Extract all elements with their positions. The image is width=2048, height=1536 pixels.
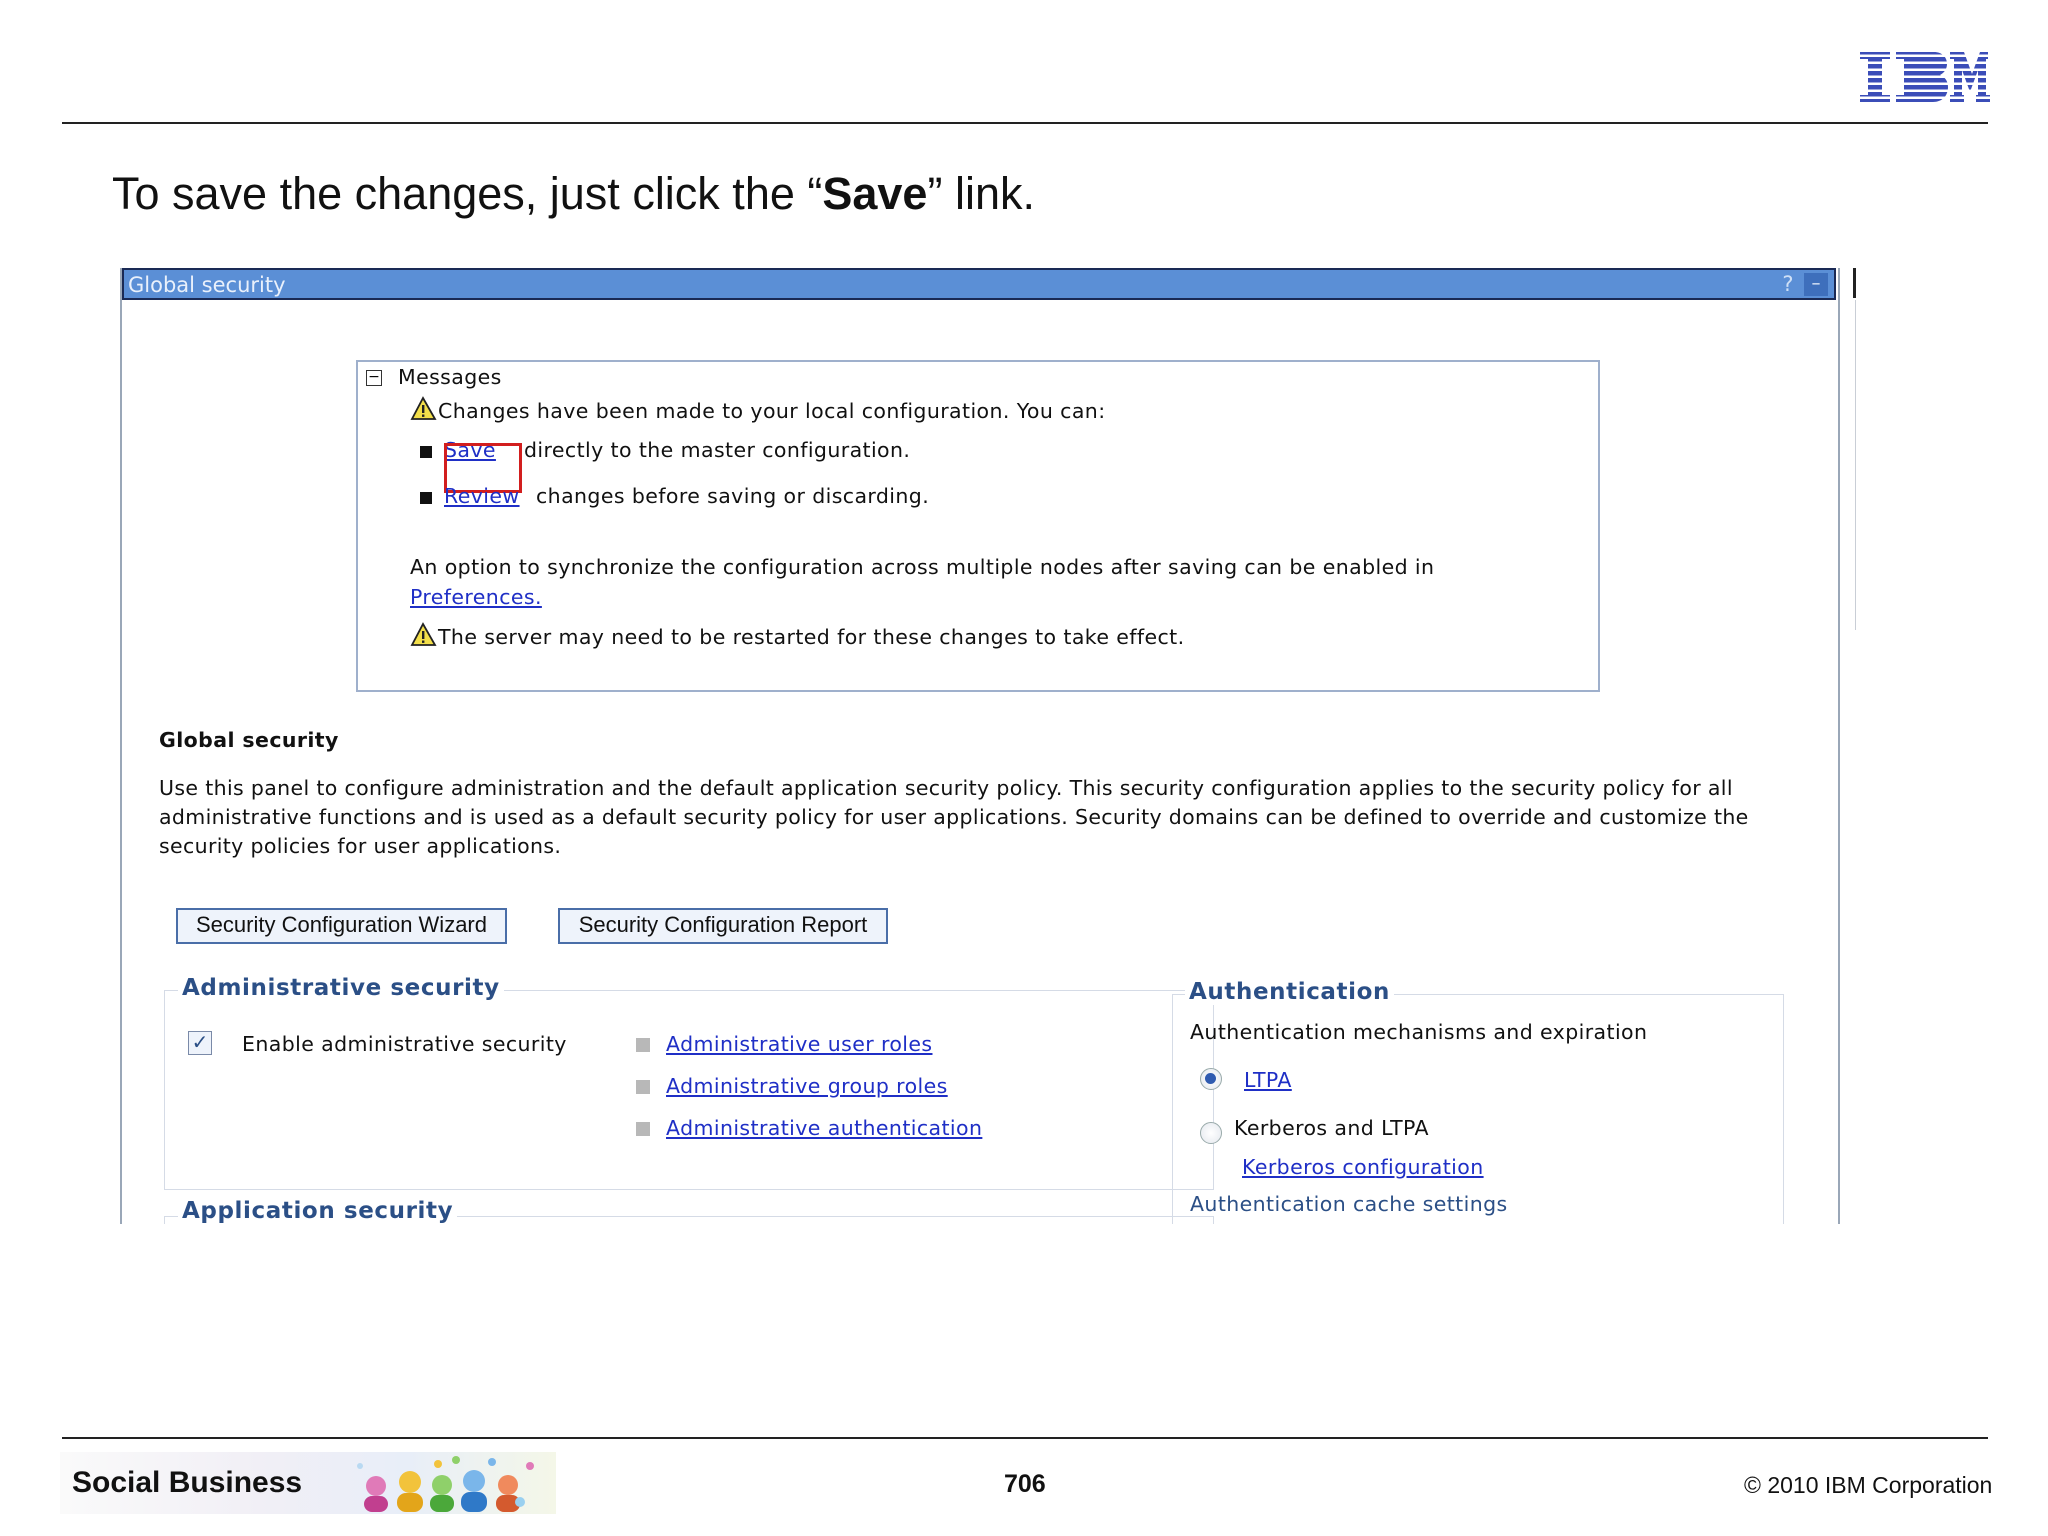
global-security-description: Use this panel to configure administrati… <box>159 776 1749 858</box>
authentication-title: Authentication <box>1185 979 1395 1005</box>
review-link[interactable]: Review <box>444 484 520 508</box>
admin-group-roles-link[interactable]: Administrative group roles <box>666 1074 948 1098</box>
ltpa-radio[interactable] <box>1200 1068 1222 1090</box>
application-security-title: Application security <box>178 1198 458 1224</box>
authentication-subtitle: Authentication mechanisms and expiration <box>1190 1020 1648 1044</box>
kerberos-radio[interactable] <box>1200 1122 1222 1144</box>
administrative-security-title: Administrative security <box>178 975 504 1001</box>
warning-icon <box>410 396 437 420</box>
messages-box: − Messages Changes have been made to you… <box>356 360 1600 692</box>
restart-notice: The server may need to be restarted for … <box>438 625 1185 649</box>
security-configuration-wizard-button[interactable]: Security Configuration Wizard <box>176 908 507 944</box>
review-description: changes before saving or discarding. <box>536 484 930 508</box>
messages-heading: Messages <box>398 365 502 389</box>
warning-icon <box>410 622 437 646</box>
help-icon[interactable]: ? <box>1776 272 1800 296</box>
global-security-panel: Global security ? – − Messages Changes h… <box>120 268 1840 1224</box>
list-bullet <box>420 446 432 458</box>
admin-authentication-link[interactable]: Administrative authentication <box>666 1116 982 1140</box>
changes-notice: Changes have been made to your local con… <box>438 399 1106 423</box>
authentication-cache-settings-link[interactable]: Authentication cache settings <box>1190 1192 1508 1216</box>
sync-text: An option to synchronize the configurati… <box>410 555 1435 579</box>
list-bullet <box>636 1038 650 1052</box>
ltpa-link[interactable]: LTPA <box>1244 1068 1292 1092</box>
copyright: © 2010 IBM Corporation <box>1744 1472 1993 1498</box>
save-description: directly to the master configuration. <box>524 438 911 462</box>
panel-titlebar: Global security ? – <box>122 268 1836 300</box>
collapse-icon[interactable]: − <box>366 370 382 386</box>
page-number: 706 <box>1004 1470 1046 1498</box>
ibm-logo <box>1860 52 1990 102</box>
enable-admin-security-label: Enable administrative security <box>242 1032 567 1056</box>
security-configuration-report-button[interactable]: Security Configuration Report <box>558 908 888 944</box>
panel-title: Global security <box>128 273 286 297</box>
side-divider <box>1855 300 1856 630</box>
kerberos-label: Kerberos and LTPA <box>1234 1116 1429 1140</box>
list-bullet <box>636 1080 650 1094</box>
footer-rule <box>62 1437 1988 1439</box>
global-security-heading: Global security <box>159 728 339 752</box>
admin-user-roles-link[interactable]: Administrative user roles <box>666 1032 932 1056</box>
list-bullet <box>420 492 432 504</box>
slide-title: To save the changes, just click the “Sav… <box>112 168 1035 219</box>
footer-brand: Social Business <box>72 1466 303 1499</box>
kerberos-configuration-link[interactable]: Kerberos configuration <box>1242 1155 1484 1179</box>
preferences-link[interactable]: Preferences. <box>410 585 542 609</box>
list-bullet <box>636 1122 650 1136</box>
enable-admin-security-checkbox[interactable]: ✓ <box>188 1031 212 1055</box>
header-rule <box>62 122 1988 124</box>
minimize-icon[interactable]: – <box>1804 273 1828 296</box>
side-bracket <box>1853 268 1856 298</box>
